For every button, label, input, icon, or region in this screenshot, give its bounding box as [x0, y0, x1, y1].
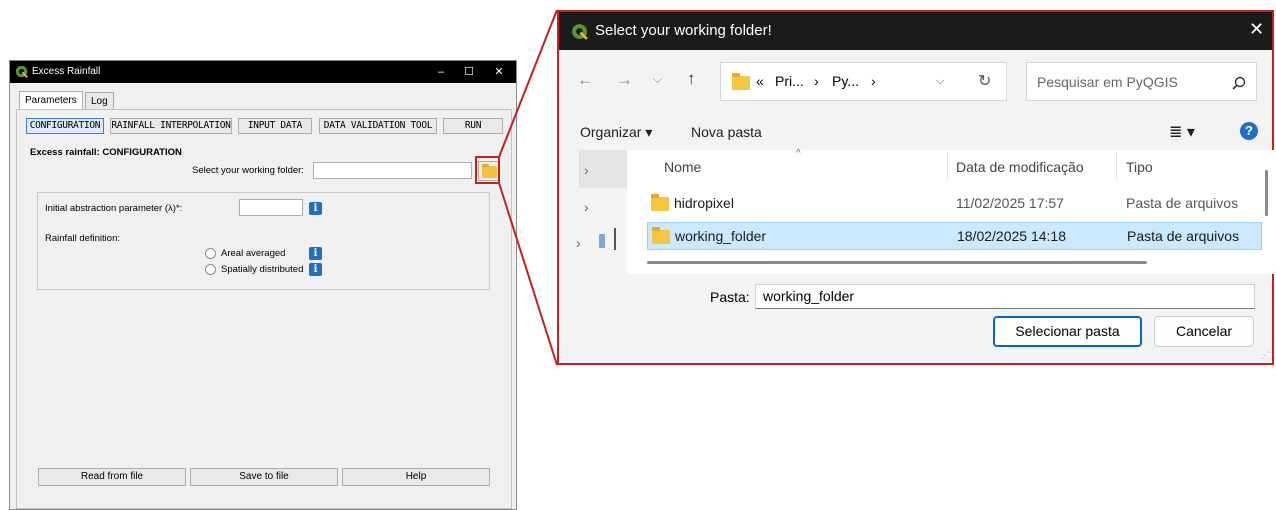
search-placeholder: Pesquisar em PyQGIS	[1037, 74, 1178, 90]
search-box[interactable]: Pesquisar em PyQGIS	[1026, 62, 1257, 101]
folder-icon	[732, 73, 750, 90]
column-header-type[interactable]: Tipo	[1126, 159, 1153, 175]
nav-expand-chevron-icon[interactable]: ›	[576, 235, 581, 251]
breadcrumb-item-pri[interactable]: Pri...	[775, 73, 804, 89]
qgis-logo-icon	[572, 24, 588, 40]
organize-menu[interactable]: Organizar ▾	[580, 124, 652, 141]
new-folder-button[interactable]: Nova pasta	[691, 124, 762, 140]
file-date: 11/02/2025 17:57	[956, 195, 1064, 211]
file-name: hidropixel	[674, 195, 734, 211]
vertical-scrollbar[interactable]	[1265, 170, 1268, 216]
up-arrow-icon[interactable]: ↑	[687, 69, 696, 89]
file-type: Pasta de arquivos	[1126, 195, 1239, 211]
refresh-icon[interactable]: ↻	[978, 71, 991, 91]
file-date: 18/02/2025 14:18	[957, 228, 1066, 244]
browse-button-highlight	[475, 156, 500, 184]
folder-icon	[651, 194, 669, 211]
nav-drive-icon	[599, 234, 605, 248]
file-type: Pasta de arquivos	[1127, 228, 1240, 244]
back-arrow-icon[interactable]: ←	[577, 70, 594, 90]
forward-arrow-icon[interactable]: →	[616, 70, 633, 90]
select-folder-button[interactable]: Selecionar pasta	[993, 316, 1142, 347]
view-options-icon[interactable]: ≣ ▾	[1169, 122, 1195, 142]
folder-picker-dialog: Select your working folder! ✕ ← → ⌵ ↑ « …	[557, 10, 1274, 365]
address-bar[interactable]: « Pri... › Py... › ⌵ ↻	[720, 62, 1007, 101]
nav-splitter[interactable]	[614, 228, 616, 250]
folder-field-label: Pasta:	[710, 289, 750, 305]
file-name: working_folder	[675, 228, 767, 244]
folder-name-value: working_folder	[763, 288, 855, 304]
column-divider[interactable]	[1116, 152, 1117, 180]
address-dropdown-icon[interactable]: ⌵	[936, 75, 944, 88]
connector-line-bottom	[498, 182, 558, 366]
help-icon[interactable]: ?	[1240, 122, 1258, 140]
column-divider[interactable]	[947, 152, 948, 180]
folder-name-input[interactable]: working_folder	[755, 284, 1255, 309]
search-icon	[1232, 76, 1246, 90]
cancel-button[interactable]: Cancelar	[1154, 316, 1254, 347]
folder-icon	[652, 227, 670, 244]
dialog-title: Select your working folder!	[595, 22, 772, 39]
list-item-hidropixel[interactable]: hidropixel 11/02/2025 17:57 Pasta de arq…	[647, 189, 1262, 217]
nav-expand-chevron-icon[interactable]: ›	[584, 199, 589, 215]
breadcrumb-item-py[interactable]: Py...	[832, 73, 859, 89]
connector-line-top	[498, 9, 558, 158]
column-header-date[interactable]: Data de modificação	[956, 159, 1084, 175]
dialog-title-bar: Select your working folder! ✕	[559, 12, 1272, 50]
nav-expand-chevron-icon[interactable]: ›	[584, 162, 589, 178]
sort-arrow-icon: ^	[796, 148, 801, 159]
list-item-working-folder[interactable]: working_folder 18/02/2025 14:18 Pasta de…	[647, 222, 1262, 250]
breadcrumb-separator: ›	[814, 73, 819, 89]
breadcrumb-overflow[interactable]: «	[756, 73, 764, 89]
column-header-name[interactable]: Nome	[664, 159, 701, 175]
horizontal-scrollbar[interactable]	[647, 261, 1147, 264]
dialog-close-icon[interactable]: ✕	[1249, 19, 1264, 40]
recent-chevron-icon[interactable]: ⌵	[653, 72, 662, 87]
resize-grip-icon[interactable]: ⋰	[1261, 350, 1270, 361]
breadcrumb-separator: ›	[871, 73, 876, 89]
